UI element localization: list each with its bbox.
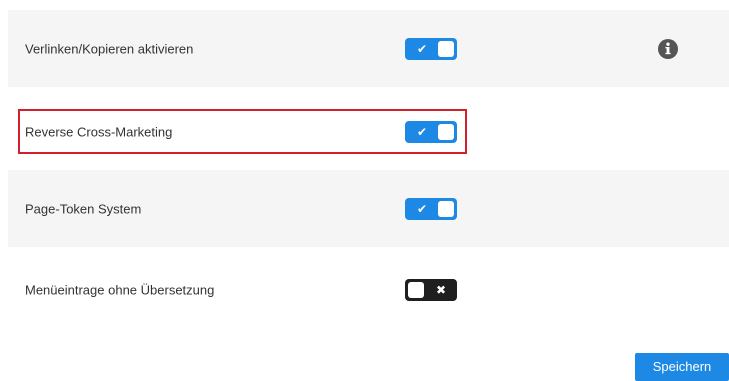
toggle-knob	[408, 281, 424, 298]
info-icon[interactable]	[658, 38, 678, 59]
page-token-system-toggle[interactable]: ✔	[405, 197, 457, 220]
toggle-knob	[438, 200, 454, 217]
toggle-knob	[438, 40, 454, 57]
setting-label: Verlinken/Kopieren aktivieren	[25, 41, 194, 56]
setting-row-menueintrage: Menüeintrage ohne Übersetzung ✖	[8, 251, 729, 328]
setting-label: Menüeintrage ohne Übersetzung	[25, 282, 215, 297]
setting-row-verlinken-kopieren: Verlinken/Kopieren aktivieren ✔	[8, 10, 729, 87]
highlight-box	[18, 109, 467, 154]
cross-icon: ✖	[436, 282, 447, 297]
save-button[interactable]: Speichern	[635, 353, 729, 381]
setting-label: Page-Token System	[25, 201, 142, 216]
setting-row-page-token-system: Page-Token System ✔	[8, 170, 729, 247]
checkmark-icon: ✔	[417, 201, 428, 216]
verlinken-kopieren-toggle[interactable]: ✔	[405, 37, 457, 60]
checkmark-icon: ✔	[417, 41, 428, 56]
menueintrage-toggle[interactable]: ✖	[405, 278, 457, 301]
